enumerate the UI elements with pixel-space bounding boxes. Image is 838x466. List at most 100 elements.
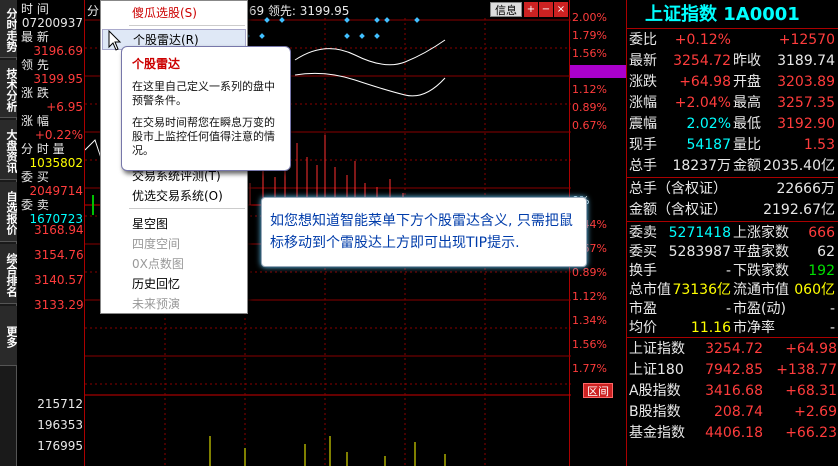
quote-row: 委卖 5271418 上涨家数 666 xyxy=(627,223,838,243)
quote-value: - xyxy=(725,263,731,279)
quote-value: 3192.90 xyxy=(777,116,835,132)
radar-signal-icon xyxy=(384,17,390,23)
quote-label: 市盈(动) xyxy=(733,301,786,317)
quote-label: 委买 xyxy=(629,244,657,260)
quote-label: 市盈 xyxy=(629,301,657,317)
mouse-cursor-icon xyxy=(108,30,122,51)
vtab-3[interactable]: 自选报价 xyxy=(0,182,17,242)
radar-signal-icon xyxy=(414,17,420,23)
index-row[interactable]: 上证指数 3254.72 +64.98 xyxy=(627,339,838,359)
index-change: +138.77 xyxy=(776,362,837,378)
divider xyxy=(627,177,838,178)
left-quote-row: 时 间 xyxy=(21,3,49,16)
index-row[interactable]: A股指数 3416.68 +68.31 xyxy=(627,381,838,401)
menu-item-6: 0X点数图 xyxy=(132,257,184,271)
quote-row: 委买 5283987 平盘家数 62 xyxy=(627,242,838,262)
quote-value: 192 xyxy=(808,263,835,279)
quote-label: 上涨家数 xyxy=(733,225,789,241)
index-value: 7942.85 xyxy=(705,362,763,378)
left-quote-row: +0.22% xyxy=(34,129,83,142)
quote-value: 2.02% xyxy=(686,116,731,132)
zoom-in-icon[interactable]: + xyxy=(524,2,538,17)
quote-value: - xyxy=(829,320,835,336)
quote-value: +12570 xyxy=(778,32,835,48)
menu-item-5: 四度空间 xyxy=(132,237,181,251)
menu-item-3[interactable]: 优选交易系统(O) xyxy=(102,186,246,207)
index-name: 上证180 xyxy=(629,362,684,378)
index-row[interactable]: 基金指数 4406.18 +66.23 xyxy=(627,423,838,443)
radar-signal-icon xyxy=(374,33,380,39)
quote-row: 涨幅 +2.04% 最高 3257.35 xyxy=(627,93,838,113)
left-quote-row: 3196.69 xyxy=(33,45,83,58)
index-name: 上证指数 xyxy=(629,341,685,357)
tooltip-title: 个股雷达 xyxy=(132,57,181,71)
quote-value: 3203.89 xyxy=(777,74,835,90)
info-button[interactable]: 信息 xyxy=(490,2,522,17)
pct-tick: 1.79% xyxy=(572,29,607,42)
quote-row: 均价 11.16 市净率 - xyxy=(627,318,838,338)
quote-value: 73136亿 xyxy=(672,282,731,298)
menu-item-7[interactable]: 历史回忆 xyxy=(102,274,246,295)
quote-value: 666 xyxy=(808,225,835,241)
left-quote-row: 3199.95 xyxy=(33,73,83,86)
index-value: 3254.72 xyxy=(705,341,763,357)
vtab-4[interactable]: 综合排名 xyxy=(0,244,17,304)
index-name: A股指数 xyxy=(629,383,681,399)
index-value: 3416.68 xyxy=(705,383,763,399)
volume-tick: 176995 xyxy=(37,440,83,453)
zoom-out-icon[interactable]: − xyxy=(539,2,553,17)
vtab-1[interactable]: 技术分析 xyxy=(0,60,17,118)
quote-label: 换手 xyxy=(629,263,657,279)
volume-tick: 215712 xyxy=(37,398,83,411)
left-quote-row: 委 卖 xyxy=(21,199,49,212)
pct-tick: 0.89% xyxy=(572,101,607,114)
close-icon[interactable]: × xyxy=(554,2,568,17)
quote-row: 总手（含权证） 22666万 xyxy=(627,179,838,199)
quote-value: 1.53 xyxy=(803,137,835,153)
quote-label: 昨收 xyxy=(733,53,761,69)
quote-label: 均价 xyxy=(629,320,657,336)
quote-value: 3189.74 xyxy=(777,53,835,69)
quote-label: 金额 xyxy=(733,158,761,174)
quote-value: +0.12% xyxy=(674,32,731,48)
quote-label: 量比 xyxy=(733,137,761,153)
vtab-5[interactable]: 更多 xyxy=(0,306,17,366)
menu-item-0[interactable]: 傻瓜选股(S) xyxy=(102,3,246,24)
quote-label: 最新 xyxy=(629,53,657,69)
quote-label: 涨跌 xyxy=(629,74,657,90)
quote-row: 震幅 2.02% 最低 3192.90 xyxy=(627,114,838,134)
stock-terminal-window: 分时走势 技术分析 大盘资讯 自选报价 综合排名 更多 时 间 07200937 最 新 319… xyxy=(0,0,838,466)
index-change: +68.31 xyxy=(785,383,837,399)
quote-label: 流通市值 xyxy=(733,282,789,298)
left-quote-row: 领 先 xyxy=(21,59,49,72)
left-quote-row: 最 新 xyxy=(21,31,49,44)
pct-tick: 1.77% xyxy=(572,362,607,375)
quote-label: 最低 xyxy=(733,116,761,132)
quote-row: 金额（含权证） 2192.67亿 xyxy=(627,200,838,220)
left-quote-row: 分 时 量 xyxy=(21,143,65,156)
quote-value: 62 xyxy=(817,244,835,260)
quote-label: 总手 xyxy=(629,158,657,174)
quote-value: - xyxy=(725,301,731,317)
left-quote-row: +6.95 xyxy=(46,101,83,114)
vtab-2[interactable]: 大盘资讯 xyxy=(0,120,17,180)
quote-value: 54187 xyxy=(686,137,731,153)
chart-toolbar: 信息 + − × xyxy=(490,2,568,17)
quote-label: 涨幅 xyxy=(629,95,657,111)
avg-line xyxy=(294,72,446,97)
quote-value: 18237万 xyxy=(672,158,731,174)
quote-value: 2192.67亿 xyxy=(763,202,835,218)
quote-label: 金额（含权证） xyxy=(629,202,727,218)
menu-item-4[interactable]: 星空图 xyxy=(102,214,246,235)
quote-label: 震幅 xyxy=(629,116,657,132)
index-title: 上证指数 1A0001 xyxy=(645,4,800,25)
index-row[interactable]: B股指数 208.74 +2.69 xyxy=(627,402,838,422)
left-quote-row: 委 买 xyxy=(21,171,49,184)
quote-row: 总市值 73136亿 流通市值 060亿 xyxy=(627,280,838,300)
quote-label: 总市值 xyxy=(629,282,671,298)
index-name: 基金指数 xyxy=(629,425,685,441)
vtab-0[interactable]: 分时走势 xyxy=(0,0,17,58)
left-quote-row: 涨 幅 xyxy=(21,115,49,128)
index-row[interactable]: 上证180 7942.85 +138.77 xyxy=(627,360,838,380)
tooltip-text-1: 在这里自己定义一系列的盘中预警条件。 xyxy=(132,80,275,107)
